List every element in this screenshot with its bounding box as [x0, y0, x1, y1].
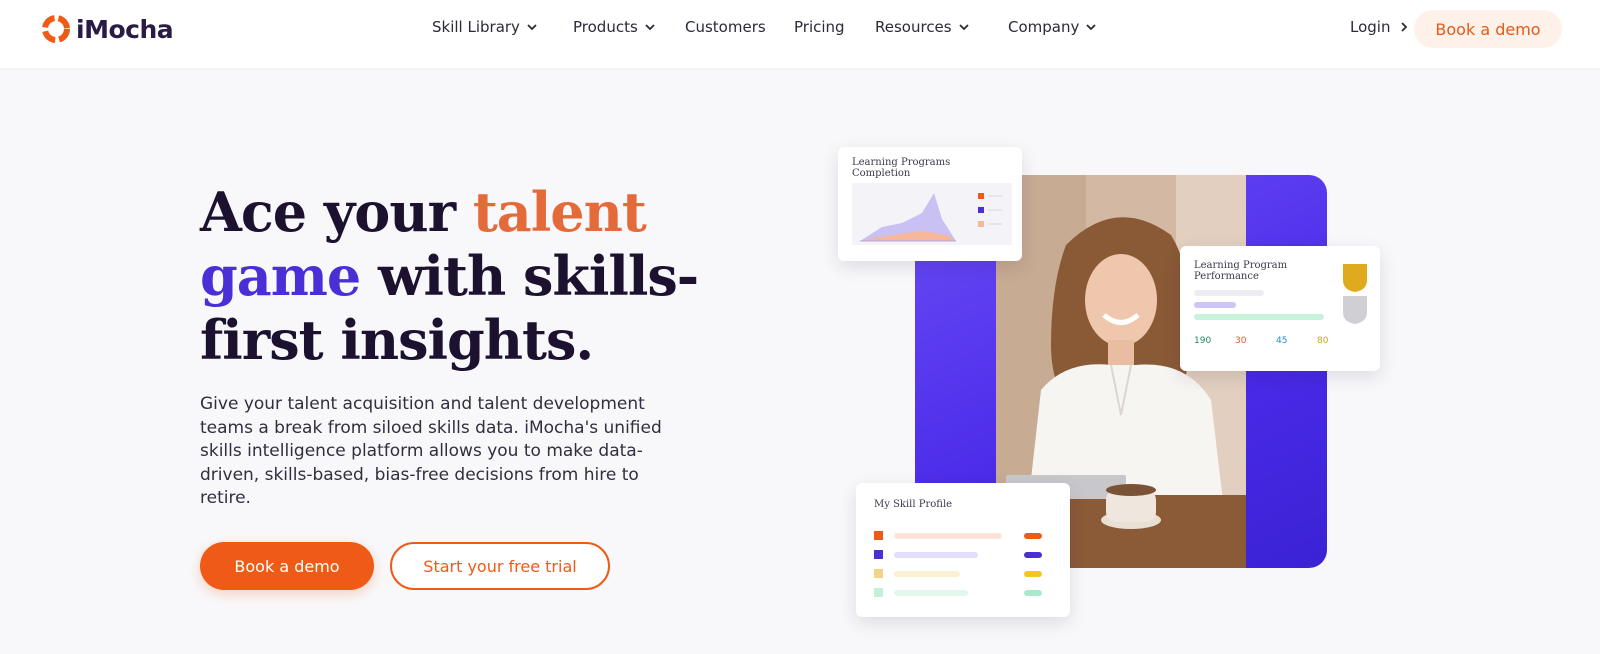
- nav-company[interactable]: Company: [1008, 18, 1097, 36]
- logo-mark-icon: [42, 15, 70, 43]
- skill-bar: [894, 533, 1002, 539]
- card-title: My Skill Profile: [874, 499, 953, 510]
- nav-label: Resources: [875, 18, 952, 36]
- skill-bar: [894, 571, 960, 577]
- performance-value: 30: [1235, 336, 1247, 346]
- my-skill-profile-card: My Skill Profile: [856, 483, 1070, 617]
- nav-label: Skill Library: [432, 18, 520, 36]
- nav-skill-library[interactable]: Skill Library: [432, 18, 538, 36]
- imocha-logo[interactable]: iMocha: [40, 13, 174, 45]
- completion-area-chart: [852, 183, 1012, 245]
- skill-marker: [874, 550, 883, 559]
- headline-part: Ace your: [200, 180, 473, 244]
- card-title: Learning Program Performance: [1194, 260, 1288, 282]
- silver-badge-icon: [1343, 296, 1367, 324]
- login-label: Login: [1350, 18, 1391, 36]
- nav-label: Company: [1008, 18, 1080, 36]
- card-title: Learning Programs Completion: [852, 157, 951, 179]
- chevron-down-icon: [527, 24, 537, 31]
- nav-customers[interactable]: Customers: [685, 18, 766, 36]
- skill-bar: [894, 552, 978, 558]
- skill-bar: [894, 590, 968, 596]
- chevron-right-icon: [1401, 22, 1408, 32]
- nav-label: Pricing: [794, 18, 845, 36]
- start-free-trial-button[interactable]: Start your free trial: [390, 542, 610, 590]
- nav-pricing[interactable]: Pricing: [794, 18, 845, 36]
- skill-level: [1024, 533, 1042, 539]
- nav-label: Products: [573, 18, 638, 36]
- performance-bar: [1194, 290, 1264, 296]
- learning-program-performance-card: Learning Program Performance 190 30 45 8…: [1180, 246, 1380, 371]
- headline-highlight-game: game: [200, 244, 361, 308]
- site-header: iMocha Skill Library Products Customers …: [0, 0, 1600, 68]
- gold-badge-icon: [1343, 264, 1367, 292]
- performance-bar: [1194, 302, 1236, 308]
- headline-highlight-talent: talent: [472, 180, 647, 244]
- hero-description: Give your talent acquisition and talent …: [200, 394, 662, 508]
- logo-text: iMocha: [76, 14, 174, 44]
- performance-values: 190 30 45 80: [1194, 336, 1358, 346]
- skill-level: [1024, 571, 1042, 577]
- skill-level: [1024, 590, 1042, 596]
- nav-resources[interactable]: Resources: [875, 18, 970, 36]
- skill-marker: [874, 569, 883, 578]
- learning-programs-completion-card: Learning Programs Completion: [838, 147, 1022, 261]
- nav-products[interactable]: Products: [573, 18, 656, 36]
- performance-value: 190: [1194, 336, 1212, 346]
- chevron-down-icon: [1086, 24, 1097, 31]
- performance-value: 45: [1276, 336, 1288, 346]
- performance-value: 80: [1317, 336, 1329, 346]
- chevron-down-icon: [645, 24, 655, 31]
- headline-part: with skills-: [360, 244, 699, 308]
- login-link[interactable]: Login: [1350, 18, 1410, 36]
- skill-marker: [874, 588, 883, 597]
- headline-part: first insights.: [200, 308, 594, 372]
- chevron-down-icon: [958, 24, 969, 31]
- hero-headline: Ace your talent game with skills- first …: [200, 180, 720, 372]
- header-book-demo-button[interactable]: Book a demo: [1414, 10, 1562, 48]
- performance-bar: [1194, 314, 1324, 320]
- nav-label: Customers: [685, 18, 766, 36]
- skill-level: [1024, 552, 1042, 558]
- book-demo-button[interactable]: Book a demo: [200, 542, 374, 590]
- skill-marker: [874, 531, 883, 540]
